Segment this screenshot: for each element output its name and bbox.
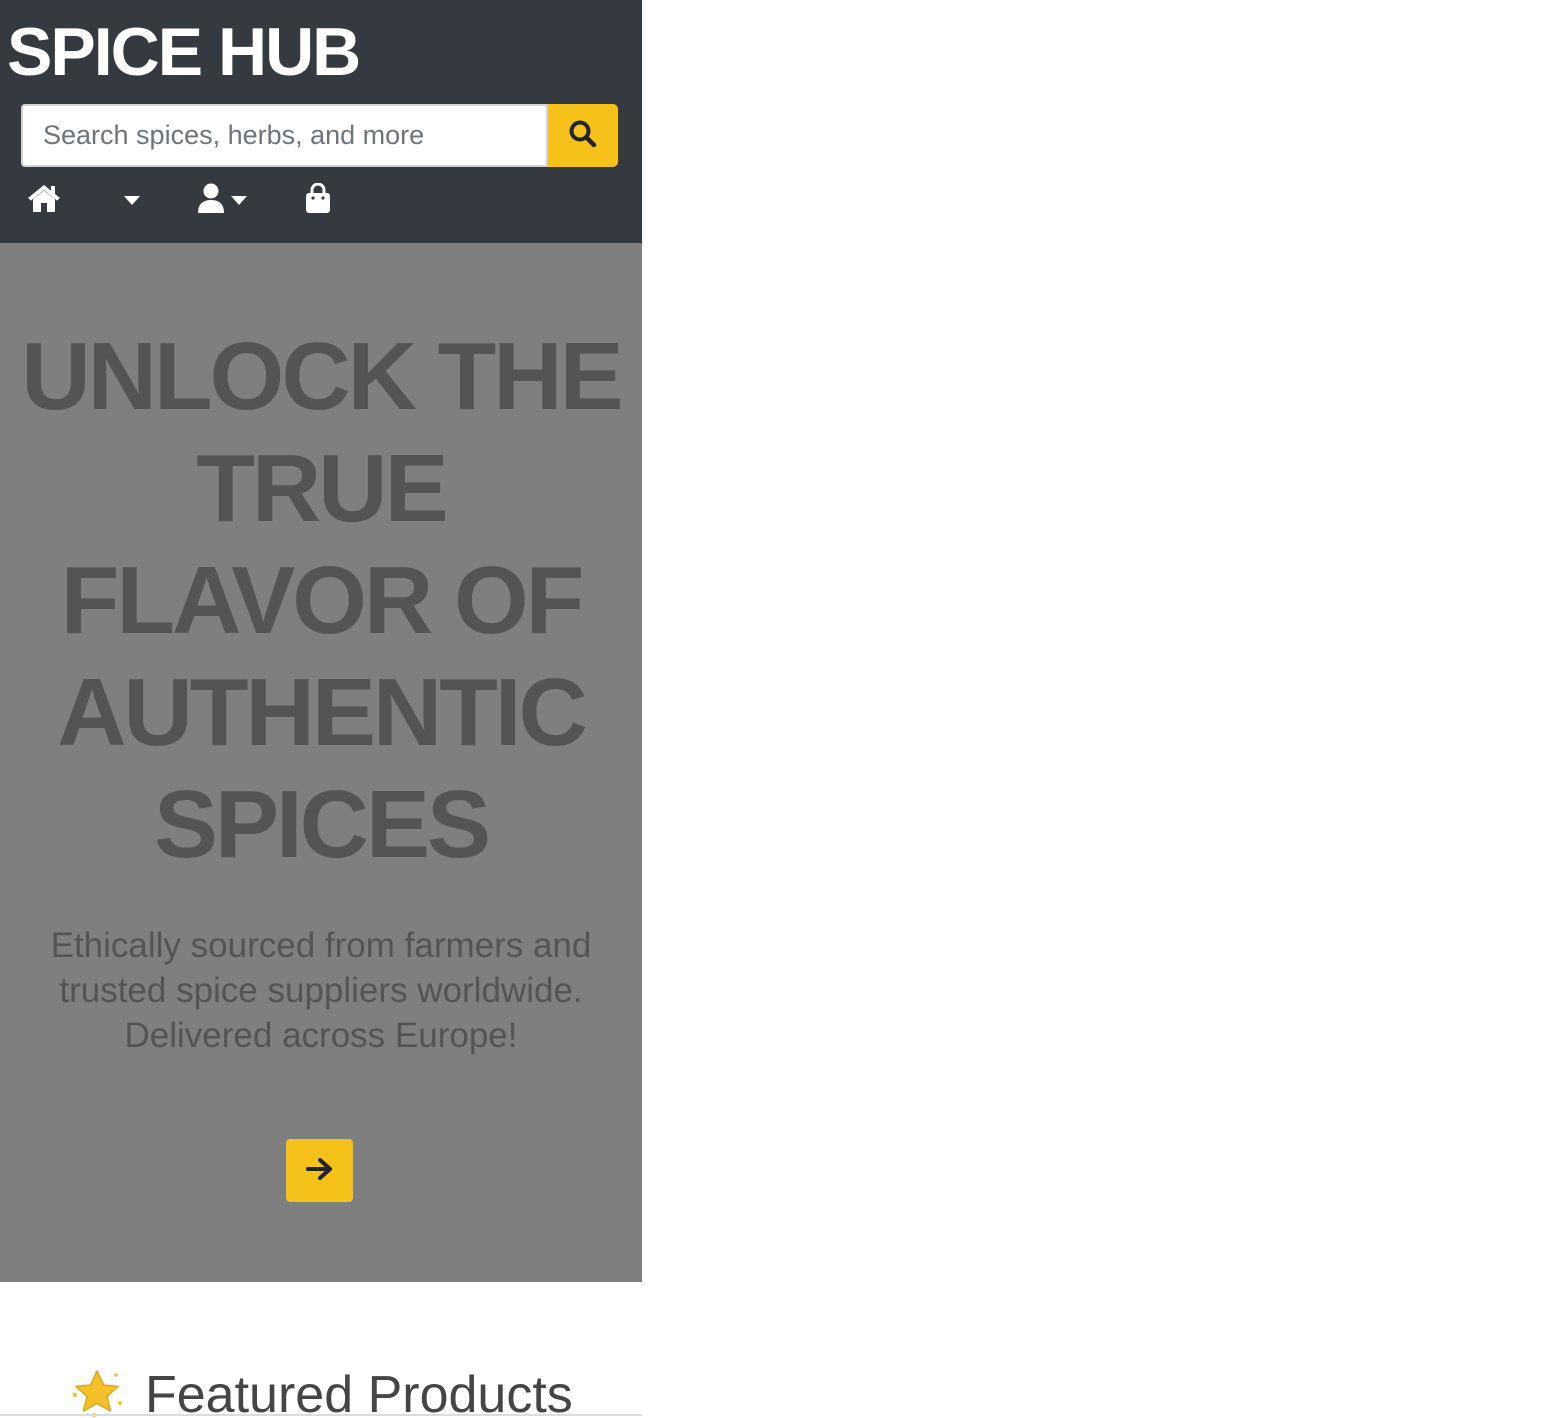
chevron-down-icon xyxy=(124,195,140,205)
featured-products-heading: Featured Products xyxy=(145,1366,573,1418)
user-icon xyxy=(197,183,225,218)
brand-logo[interactable]: SPICE HUB xyxy=(7,14,361,90)
search-input[interactable] xyxy=(21,104,548,167)
hero-title: UNLOCK THE TRUE FLAVOR OF AUTHENTIC SPIC… xyxy=(21,323,623,878)
star-icon xyxy=(70,1368,126,1418)
chevron-down-icon xyxy=(231,195,247,205)
shopping-bag-icon xyxy=(304,182,332,218)
search-icon xyxy=(568,119,598,152)
nav-home[interactable] xyxy=(27,180,61,220)
featured-products-section: Featured Products xyxy=(0,1355,642,1418)
nav-shop-dropdown[interactable] xyxy=(124,180,140,220)
hero-section: UNLOCK THE TRUE FLAVOR OF AUTHENTIC SPIC… xyxy=(0,243,642,1282)
nav-account-dropdown[interactable] xyxy=(197,180,247,220)
section-divider xyxy=(0,1414,642,1416)
search-button[interactable] xyxy=(548,104,618,167)
arrow-right-icon xyxy=(305,1156,335,1185)
page: SPICE HUB Search spices, herbs, and more… xyxy=(0,0,642,1418)
site-header: SPICE HUB xyxy=(0,0,642,243)
nav-shopping-bag[interactable] xyxy=(304,180,332,220)
home-icon xyxy=(27,183,61,218)
shop-now-button[interactable] xyxy=(286,1139,353,1202)
hero-subtitle: Ethically sourced from farmers and trust… xyxy=(50,926,592,1055)
